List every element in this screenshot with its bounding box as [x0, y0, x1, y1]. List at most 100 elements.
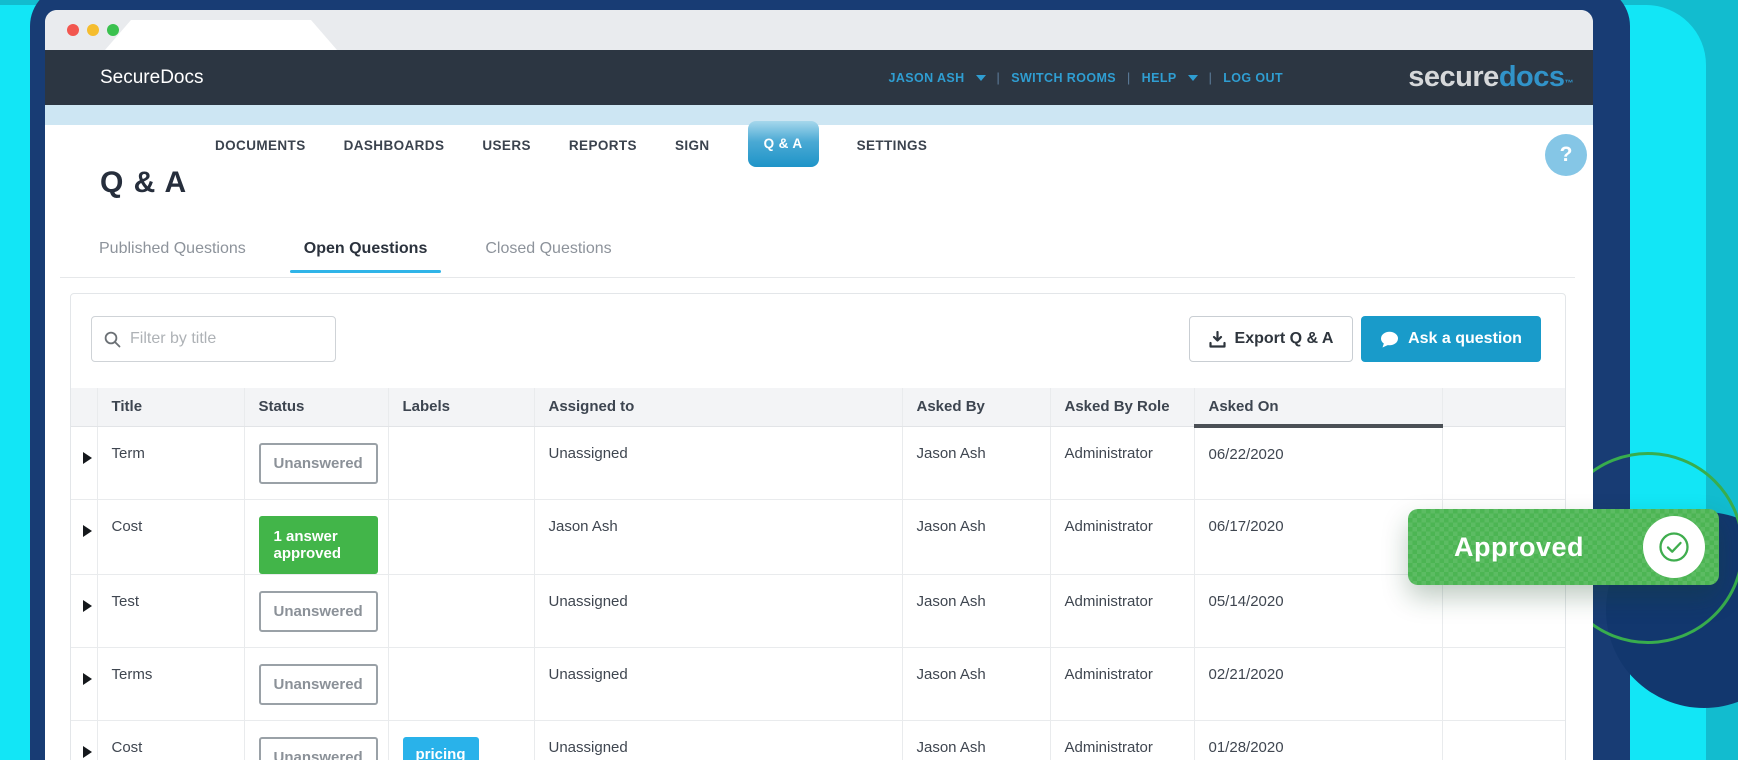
separator: |	[1208, 70, 1213, 85]
column-header-empty	[1442, 388, 1565, 427]
export-qa-button[interactable]: Export Q & A	[1189, 316, 1353, 362]
nav-item-documents[interactable]: DOCUMENTS	[215, 125, 306, 167]
questions-card: Export Q & A Ask a question Title Status	[70, 293, 1566, 760]
cell-assigned-to: Unassigned	[534, 720, 903, 760]
approved-toast: Approved	[1408, 509, 1719, 585]
cell-assigned-to: Jason Ash	[534, 499, 903, 575]
user-menu[interactable]: JASON ASH	[888, 71, 964, 85]
navbar-links: JASON ASH | SWITCH ROOMS | HELP | LOG OU…	[888, 50, 1283, 105]
top-navbar: SecureDocs JASON ASH | SWITCH ROOMS | HE…	[45, 50, 1593, 105]
approved-toast-label: Approved	[1454, 531, 1585, 562]
label-badge-pricing: pricing	[402, 736, 479, 760]
ask-a-question-button[interactable]: Ask a question	[1361, 316, 1541, 362]
cell-labels	[388, 647, 535, 721]
cell-title: Terms	[97, 647, 245, 721]
caret-down-icon[interactable]	[975, 74, 986, 81]
separator: |	[996, 70, 1001, 85]
table-header-row: Title Status Labels Assigned to Asked By…	[71, 388, 1565, 428]
cell-empty	[1442, 720, 1565, 760]
tabs-divider	[60, 277, 1575, 278]
cell-title: Term	[97, 426, 245, 500]
tab-published-questions[interactable]: Published Questions	[85, 240, 260, 273]
cell-assigned-to: Unassigned	[534, 574, 903, 648]
cell-asked-by: Jason Ash	[902, 426, 1051, 500]
cell-labels	[388, 499, 535, 575]
cell-assigned-to: Unassigned	[534, 647, 903, 721]
cell-labels	[388, 426, 535, 500]
column-header-expander	[71, 388, 98, 427]
filter-by-title-input[interactable]	[130, 330, 323, 348]
cell-asked-by-role: Administrator	[1050, 647, 1195, 721]
questions-table: Title Status Labels Assigned to Asked By…	[71, 388, 1565, 760]
column-header-asked-on-sorted[interactable]: Asked On	[1194, 388, 1443, 428]
log-out-link[interactable]: LOG OUT	[1223, 71, 1283, 85]
expand-row-icon[interactable]	[83, 599, 92, 612]
status-badge: Unanswered	[258, 736, 378, 760]
table-row: Term Unanswered Unassigned Jason Ash Adm…	[71, 426, 1565, 500]
table-row: Terms Unanswered Unassigned Jason Ash Ad…	[71, 647, 1565, 721]
cell-labels: pricing	[388, 720, 535, 760]
minimize-window-icon[interactable]	[87, 24, 99, 36]
accent-strip	[45, 105, 1593, 125]
securedocs-logo: securedocs™	[1408, 61, 1574, 93]
cell-title: Cost	[97, 499, 245, 575]
tab-closed-questions[interactable]: Closed Questions	[471, 240, 625, 273]
cell-asked-by: Jason Ash	[902, 574, 1051, 648]
status-badge: Unanswered	[258, 663, 378, 705]
nav-item-qa-active[interactable]: Q & A	[747, 121, 819, 167]
column-header-assigned-to[interactable]: Assigned to	[534, 388, 903, 427]
cell-asked-by: Jason Ash	[902, 647, 1051, 721]
column-header-title[interactable]: Title	[97, 388, 245, 427]
cell-asked-on: 06/17/2020	[1194, 499, 1443, 575]
chat-icon	[1381, 331, 1399, 347]
cell-empty	[1442, 647, 1565, 721]
caret-down-icon[interactable]	[1187, 74, 1198, 81]
cell-title: Test	[97, 574, 245, 648]
nav-item-reports[interactable]: REPORTS	[569, 125, 637, 167]
app-brand: SecureDocs	[100, 67, 204, 88]
cell-asked-by-role: Administrator	[1050, 499, 1195, 575]
ask-a-question-label: Ask a question	[1408, 330, 1522, 347]
status-badge: Unanswered	[258, 590, 378, 632]
browser-tab[interactable]	[105, 20, 337, 50]
zoom-window-icon[interactable]	[107, 24, 119, 36]
cell-labels	[388, 574, 535, 648]
check-circle-icon	[1659, 532, 1689, 562]
search-icon	[104, 331, 121, 347]
expand-row-icon[interactable]	[83, 745, 92, 758]
cell-asked-by: Jason Ash	[902, 499, 1051, 575]
column-header-asked-by-role[interactable]: Asked By Role	[1050, 388, 1195, 427]
cell-asked-on: 06/22/2020	[1194, 426, 1443, 500]
nav-item-dashboards[interactable]: DASHBOARDS	[344, 125, 445, 167]
column-header-status[interactable]: Status	[244, 388, 389, 427]
column-header-asked-by[interactable]: Asked By	[902, 388, 1051, 427]
browser-chrome	[45, 10, 1593, 50]
main-navigation: DOCUMENTS DASHBOARDS USERS REPORTS SIGN …	[45, 121, 1593, 167]
close-window-icon[interactable]	[67, 24, 79, 36]
nav-item-users[interactable]: USERS	[482, 125, 531, 167]
cell-empty	[1442, 426, 1565, 500]
status-badge: Unanswered	[258, 442, 378, 484]
separator: |	[1127, 70, 1131, 85]
cell-asked-by-role: Administrator	[1050, 426, 1195, 500]
help-menu[interactable]: HELP	[1142, 71, 1177, 85]
cell-asked-by-role: Administrator	[1050, 574, 1195, 648]
table-row: Test Unanswered Unassigned Jason Ash Adm…	[71, 574, 1565, 648]
expand-row-icon[interactable]	[83, 524, 92, 537]
cell-asked-on: 01/28/2020	[1194, 720, 1443, 760]
switch-rooms-link[interactable]: SWITCH ROOMS	[1011, 71, 1116, 85]
trademark-symbol: ™	[1564, 78, 1574, 88]
cell-asked-on: 02/21/2020	[1194, 647, 1443, 721]
tab-open-questions[interactable]: Open Questions	[289, 240, 442, 273]
filter-field[interactable]	[91, 316, 336, 362]
expand-row-icon[interactable]	[83, 672, 92, 685]
download-icon	[1208, 330, 1226, 348]
nav-item-sign[interactable]: SIGN	[675, 125, 710, 167]
nav-item-settings[interactable]: SETTINGS	[857, 125, 928, 167]
browser-window: SecureDocs JASON ASH | SWITCH ROOMS | HE…	[45, 10, 1593, 760]
expand-row-icon[interactable]	[83, 451, 92, 464]
window-controls	[67, 24, 119, 36]
column-header-labels[interactable]: Labels	[388, 388, 535, 427]
help-button[interactable]: ?	[1545, 134, 1587, 176]
table-row: Cost 1 answer approved Jason Ash Jason A…	[71, 499, 1565, 575]
